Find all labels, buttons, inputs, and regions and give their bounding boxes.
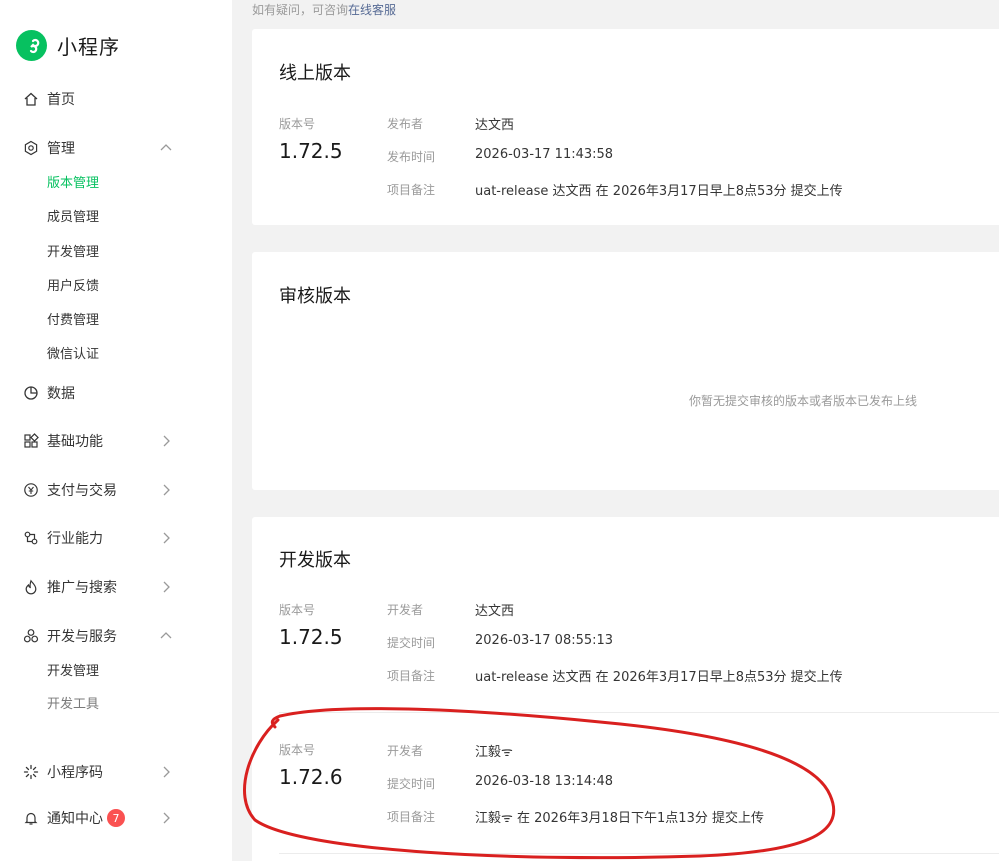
nav-industry-label: 行业能力 [47, 531, 103, 547]
help-note: 如有疑问，可咨询在线客服 [252, 1, 396, 18]
sidebar-item-version-manage[interactable]: 版本管理 [47, 174, 99, 194]
version-number: 1.72.5 [279, 139, 343, 163]
publish-time-value: 2026-03-17 11:43:58 [475, 147, 614, 162]
developer-label: 开发者 [387, 744, 424, 758]
submit-time-label: 提交时间 [387, 777, 436, 791]
chevron-right-icon [163, 435, 170, 447]
project-note-value: uat-release 达文西 在 2026年3月17日早上8点53分 提交上传 [475, 670, 843, 685]
chevron-right-icon [163, 766, 170, 778]
chevron-up-icon[interactable] [158, 140, 174, 156]
app-name: 小程序 [57, 35, 120, 59]
nav-manage[interactable]: 管理 [22, 133, 212, 163]
publisher-label: 发布者 [387, 117, 424, 131]
online-version-title: 线上版本 [279, 63, 351, 84]
review-version-card: 审核版本 你暂无提交审核的版本或者版本已发布上线 [252, 252, 999, 490]
logo[interactable]: 小程序 [16, 30, 120, 61]
nav-basic-features[interactable]: 基础功能 [22, 426, 212, 456]
publisher-value: 达文西 [475, 118, 515, 133]
divider [279, 853, 999, 854]
pie-chart-icon [22, 384, 40, 402]
nav-dev-service-label: 开发与服务 [47, 629, 117, 645]
nav-basic-features-label: 基础功能 [47, 434, 103, 450]
sidebar-item-user-feedback[interactable]: 用户反馈 [47, 277, 99, 297]
bell-icon [22, 809, 40, 827]
chevron-up-icon[interactable] [158, 628, 174, 644]
sidebar-item-dev-tools[interactable]: 开发工具 [47, 695, 99, 715]
nav-payment-label: 支付与交易 [47, 483, 117, 499]
publish-time-label: 发布时间 [387, 150, 436, 164]
nav-data-label: 数据 [47, 386, 75, 402]
industry-icon [22, 529, 40, 547]
online-version-card: 线上版本 版本号 1.72.5 发布者 达文西 发布时间 2026-03-17 … [252, 29, 999, 225]
project-note-value: uat-release 达文西 在 2026年3月17日早上8点53分 提交上传 [475, 184, 843, 199]
sidebar: 小程序 首页 管理 版本管理 成员管理 开发管理 用户反馈 付费管理 微信认证 … [0, 0, 232, 861]
submit-time-label: 提交时间 [387, 636, 436, 650]
developer-value: 达文西 [475, 604, 515, 619]
nav-notify-label: 通知中心 [47, 811, 103, 827]
project-note-label: 项目备注 [387, 183, 436, 197]
version-number: 1.72.6 [279, 765, 343, 789]
dev-version-card: 开发版本 版本号 1.72.5 开发者 达文西 提交时间 2026-03-17 … [252, 517, 999, 861]
nav-home-label: 首页 [47, 92, 75, 108]
nav-manage-label: 管理 [47, 141, 75, 157]
sidebar-item-dev-manage-2[interactable]: 开发管理 [47, 662, 99, 682]
version-number: 1.72.5 [279, 625, 343, 649]
sidebar-item-payment-manage[interactable]: 付费管理 [47, 311, 99, 331]
review-version-title: 审核版本 [279, 286, 351, 307]
review-empty-message: 你暂无提交审核的版本或者版本已发布上线 [689, 394, 918, 408]
nav-qrcode[interactable]: 小程序码 [22, 757, 212, 787]
chevron-right-icon [163, 484, 170, 496]
nav-data[interactable]: 数据 [22, 378, 212, 408]
version-label: 版本号 [279, 603, 316, 617]
nav-home[interactable]: 首页 [22, 84, 212, 114]
project-note-label: 项目备注 [387, 669, 436, 683]
version-label: 版本号 [279, 117, 316, 131]
nav-promotion-label: 推广与搜索 [47, 580, 117, 596]
settings-icon [22, 139, 40, 157]
home-icon [22, 90, 40, 108]
help-note-text: 如有疑问，可咨询 [252, 3, 349, 17]
notification-count-badge: 7 [107, 809, 125, 827]
developer-label: 开发者 [387, 603, 424, 617]
version-label: 版本号 [279, 743, 316, 757]
submit-time-value: 2026-03-18 13:14:48 [475, 774, 614, 789]
chevron-right-icon [163, 532, 170, 544]
submit-time-value: 2026-03-17 08:55:13 [475, 633, 614, 648]
sidebar-item-dev-manage[interactable]: 开发管理 [47, 243, 99, 263]
flame-icon [22, 578, 40, 596]
nav-notify[interactable]: 通知中心 7 [22, 803, 212, 833]
nav-dev-service[interactable]: 开发与服务 [22, 621, 212, 651]
qrcode-icon [22, 763, 40, 781]
divider [279, 712, 999, 713]
project-note-label: 项目备注 [387, 810, 436, 824]
online-support-link[interactable]: 在线客服 [348, 3, 396, 17]
chevron-right-icon [163, 581, 170, 593]
developer-value: 江毅ᯤ [475, 745, 513, 760]
nav-qrcode-label: 小程序码 [47, 765, 103, 781]
dev-version-title: 开发版本 [279, 550, 351, 571]
sidebar-item-wechat-verify[interactable]: 微信认证 [47, 345, 99, 365]
sidebar-item-member-manage[interactable]: 成员管理 [47, 208, 99, 228]
nav-promotion[interactable]: 推广与搜索 [22, 572, 212, 602]
yen-icon [22, 481, 40, 499]
mini-program-logo-icon [16, 30, 47, 61]
chevron-right-icon [163, 812, 170, 824]
project-note-value: 江毅ᯤ 在 2026年3月18日下午1点13分 提交上传 [475, 811, 764, 826]
grid-icon [22, 432, 40, 450]
nav-payment[interactable]: 支付与交易 [22, 475, 212, 505]
nav-industry[interactable]: 行业能力 [22, 523, 212, 553]
dev-service-icon [22, 627, 40, 645]
